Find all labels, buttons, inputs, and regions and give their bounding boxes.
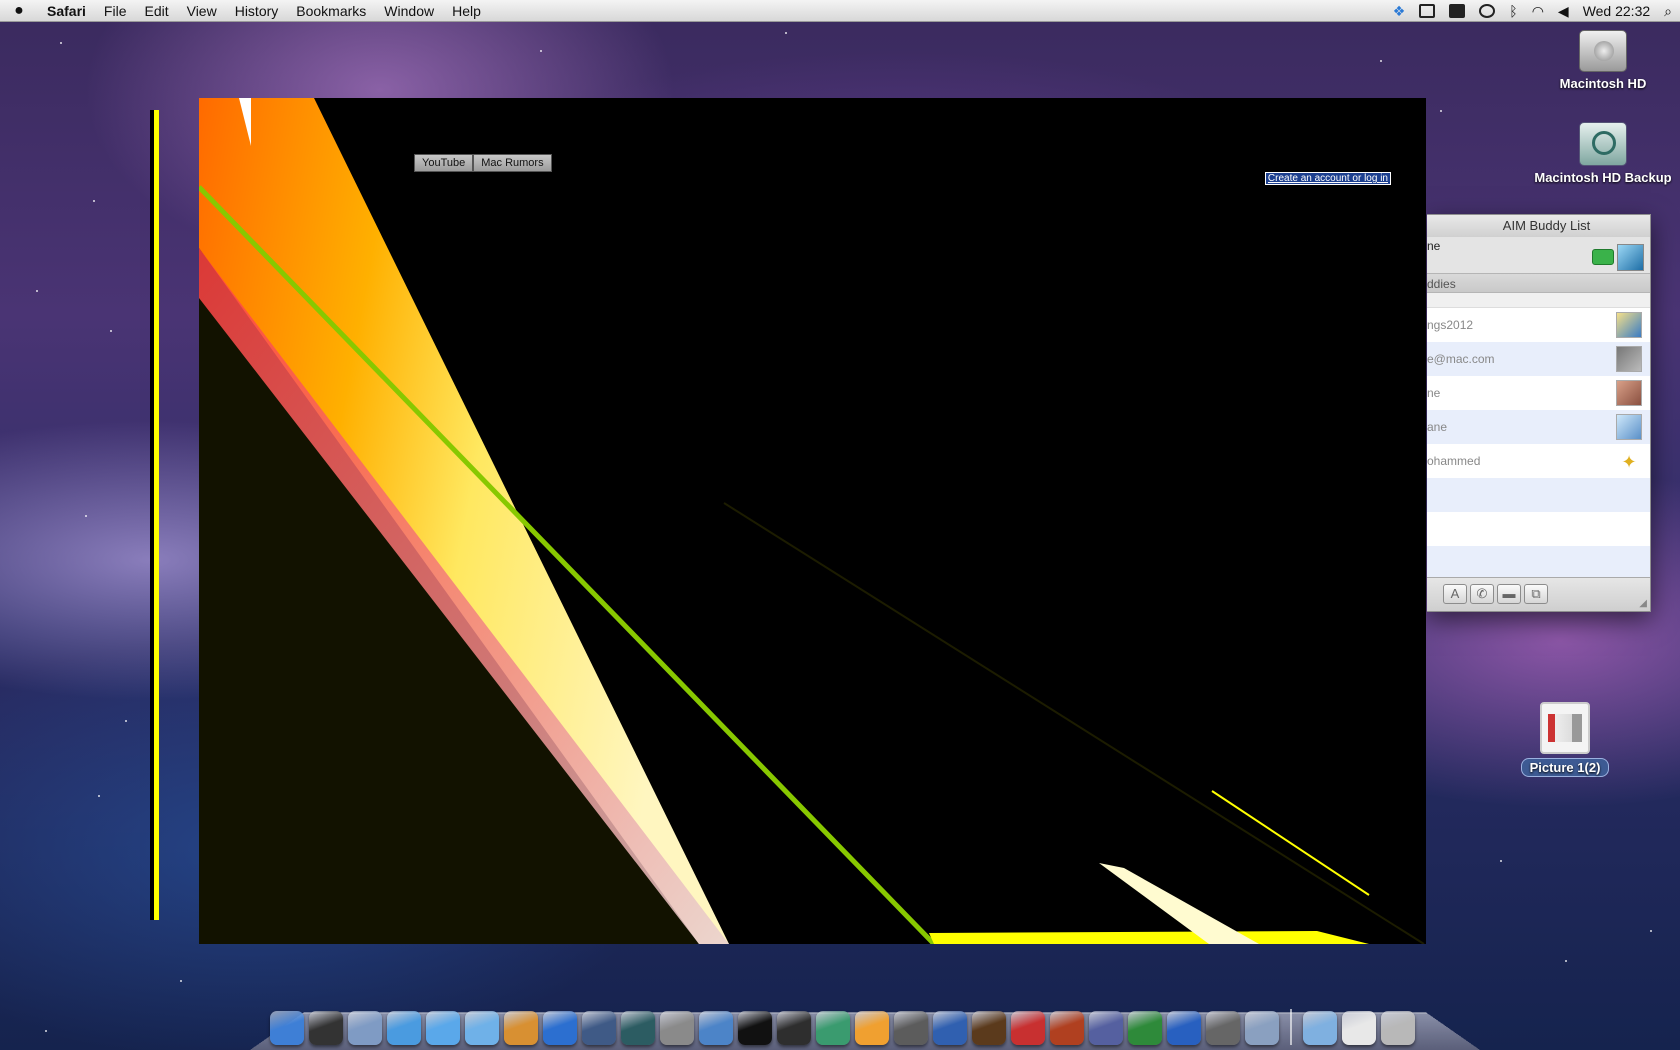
numbers-icon[interactable] xyxy=(1128,1011,1162,1045)
bluetooth-icon[interactable]: ᛒ xyxy=(1509,4,1517,18)
page-graphic xyxy=(199,98,1425,944)
buddy-row[interactable]: ane xyxy=(1427,410,1650,444)
empty-row xyxy=(1427,512,1650,546)
face-avatar-icon xyxy=(1616,380,1642,406)
menu-history[interactable]: History xyxy=(226,3,288,19)
video-chat-status-icon[interactable] xyxy=(1592,249,1614,265)
aim-window-title: AIM Buddy List xyxy=(1427,215,1650,237)
empty-row xyxy=(1427,546,1650,580)
menu-clock[interactable]: Wed 22:32 xyxy=(1583,3,1650,19)
hard-drive-icon xyxy=(1579,30,1627,72)
buddy-row[interactable]: ohammed ✦ xyxy=(1427,444,1650,478)
menu-file[interactable]: File xyxy=(95,3,136,19)
buddy-row[interactable]: ne xyxy=(1427,376,1650,410)
dock xyxy=(270,995,1415,1045)
text-app-icon[interactable] xyxy=(933,1011,967,1045)
create-account-link[interactable]: Create an account or log in xyxy=(1264,172,1391,185)
menu-edit[interactable]: Edit xyxy=(135,3,177,19)
snowflake-avatar-icon xyxy=(1616,414,1642,440)
safari-icon[interactable] xyxy=(387,1011,421,1045)
spaces-icon[interactable] xyxy=(1449,4,1466,18)
buddy-name: ne xyxy=(1427,386,1441,400)
wifi-icon[interactable]: ◠ xyxy=(1532,4,1544,18)
aperture-icon[interactable] xyxy=(777,1011,811,1045)
dvd-player-icon[interactable] xyxy=(543,1011,577,1045)
desktop-icon-macintosh-hd-backup[interactable]: Macintosh HD Backup xyxy=(1530,122,1676,185)
applications-folder-icon[interactable] xyxy=(1303,1011,1337,1045)
xcode-icon[interactable] xyxy=(699,1011,733,1045)
printer-icon[interactable] xyxy=(1206,1011,1240,1045)
time-machine-icon[interactable] xyxy=(1479,4,1496,18)
time-machine-drive-icon xyxy=(1579,122,1627,166)
bookmark-youtube[interactable]: YouTube xyxy=(414,154,474,172)
buddies-group-header[interactable]: ddies xyxy=(1427,273,1650,293)
documents-stack-icon[interactable] xyxy=(1342,1011,1376,1045)
parallels-icon[interactable] xyxy=(1011,1011,1045,1045)
my-screen-name[interactable]: ne xyxy=(1427,239,1440,253)
dashboard-icon[interactable] xyxy=(309,1011,343,1045)
aim-toolbar: A ✆ ▬ ⧉ ◢ xyxy=(1427,577,1650,611)
bookmark-mac-rumors[interactable]: Mac Rumors xyxy=(473,154,552,172)
menu-bookmarks[interactable]: Bookmarks xyxy=(287,3,375,19)
buddy-row[interactable]: ngs2012 xyxy=(1427,308,1650,342)
brush-app-icon[interactable] xyxy=(1089,1011,1123,1045)
system-preferences-icon[interactable] xyxy=(660,1011,694,1045)
background-window-edge xyxy=(150,110,159,920)
aim-running-man-icon: ✦ xyxy=(1616,448,1642,474)
resize-grip-icon[interactable]: ◢ xyxy=(1639,598,1647,609)
buddy-name: ane xyxy=(1427,420,1448,434)
flower-app-icon[interactable] xyxy=(855,1011,889,1045)
dropbox-icon[interactable]: ❖ xyxy=(1393,4,1406,18)
dock-separator xyxy=(1290,1009,1292,1045)
empty-row xyxy=(1427,478,1650,512)
video-chat-button[interactable]: ▬ xyxy=(1497,584,1521,604)
bookmarks-bar: YouTube Mac Rumors xyxy=(414,154,552,172)
iphoto-icon[interactable] xyxy=(504,1011,538,1045)
buddy-list: ngs2012 e@mac.com ne ane ohammed ✦ xyxy=(1427,308,1650,580)
aim-buddy-list-window[interactable]: AIM Buddy List ne ddies ngs2012 e@mac.co… xyxy=(1427,214,1651,612)
buddy-name: e@mac.com xyxy=(1427,352,1495,366)
desktop-icon-label: Macintosh HD xyxy=(1559,76,1647,91)
volume-icon[interactable]: ◀ xyxy=(1558,4,1569,18)
desktop-icon-label: Picture 1(2) xyxy=(1520,758,1610,777)
my-avatar[interactable] xyxy=(1617,244,1644,271)
spotlight-icon[interactable]: ⌕ xyxy=(1664,4,1672,18)
aim-my-status: ne xyxy=(1427,237,1650,273)
buddy-name: ngs2012 xyxy=(1427,318,1474,332)
screen-share-button[interactable]: ⧉ xyxy=(1524,584,1548,604)
keynote-icon[interactable] xyxy=(1050,1011,1084,1045)
finder-icon[interactable] xyxy=(270,1011,304,1045)
imovie-icon[interactable] xyxy=(894,1011,928,1045)
menu-window[interactable]: Window xyxy=(375,3,443,19)
audio-chat-button[interactable]: ✆ xyxy=(1470,584,1494,604)
menu-help[interactable]: Help xyxy=(443,3,490,19)
buddy-row[interactable]: e@mac.com xyxy=(1427,342,1650,376)
screenshot-file-icon xyxy=(1540,702,1590,754)
garageband-icon[interactable] xyxy=(972,1011,1006,1045)
quill-app-icon[interactable] xyxy=(816,1011,850,1045)
desktop-icon-picture[interactable]: Picture 1(2) xyxy=(1510,702,1620,777)
home-app-icon[interactable] xyxy=(1167,1011,1201,1045)
mail-icon[interactable] xyxy=(348,1011,382,1045)
terminal-icon[interactable] xyxy=(738,1011,772,1045)
apple-menu-icon[interactable]: ● xyxy=(0,2,38,20)
time-machine-icon[interactable] xyxy=(621,1011,655,1045)
trash-icon[interactable] xyxy=(1381,1011,1415,1045)
person-avatar-icon xyxy=(1616,346,1642,372)
buddy-name: ohammed xyxy=(1427,454,1481,468)
aim-spacer xyxy=(1427,293,1650,308)
ichat-icon[interactable] xyxy=(426,1011,460,1045)
menu-bar: ● Safari File Edit View History Bookmark… xyxy=(0,0,1680,22)
preview-icon[interactable] xyxy=(1245,1011,1279,1045)
desktop-icon-macintosh-hd[interactable]: Macintosh HD xyxy=(1548,30,1658,91)
itunes-icon[interactable] xyxy=(465,1011,499,1045)
display-icon[interactable] xyxy=(1419,4,1436,18)
desktop-icon-label: Macintosh HD Backup xyxy=(1534,170,1672,185)
safari-window[interactable]: YouTube Mac Rumors Create an account or … xyxy=(199,98,1426,944)
menu-app-name[interactable]: Safari xyxy=(38,3,95,19)
globe-avatar-icon xyxy=(1616,312,1642,338)
text-chat-button[interactable]: A xyxy=(1443,584,1467,604)
spaces-icon[interactable] xyxy=(582,1011,616,1045)
menu-view[interactable]: View xyxy=(178,3,226,19)
